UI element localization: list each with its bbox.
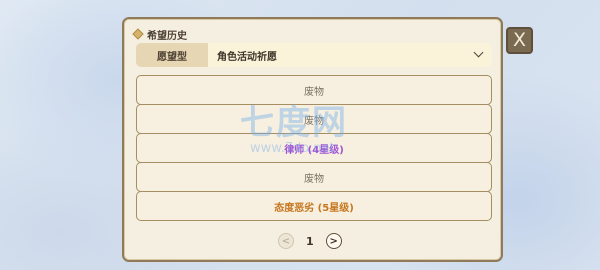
wish-type-value: 角色活动祈愿 [217,51,277,63]
wish-result-text: 废物 [304,86,324,98]
wish-result-row: 废物 [136,75,492,105]
wish-result-text: 态度恶劣 (5星级) [274,202,354,214]
wish-result-row: 废物 [136,104,492,134]
chevron-down-icon [473,47,484,58]
prev-page-button[interactable]: < [278,233,294,249]
wish-result-row: 律师 (4星级) [136,133,492,163]
wish-results-list: 废物 废物 律师 (4星级) 废物 态度恶劣 (5星级) [136,75,492,221]
next-page-button[interactable]: > [325,233,342,249]
wish-result-text: 废物 [304,173,324,185]
page-number: 1 [306,234,314,248]
wish-type-filter: 愿望型 角色活动祈愿 [136,43,492,67]
panel-title: 希望历史 [147,30,187,42]
wish-type-label: 愿望型 [136,43,208,67]
wish-result-text: 律师 (4星级) [284,144,344,156]
wish-result-row: 态度恶劣 (5星级) [136,191,492,221]
panel-header: 希望历史 [132,26,187,42]
wish-result-row: 废物 [136,162,492,192]
diamond-icon [132,28,144,40]
wish-result-text: 废物 [304,115,324,127]
close-button[interactable]: X [506,27,533,54]
pagination: < 1 > [278,233,342,249]
wish-type-select[interactable]: 角色活动祈愿 [208,43,492,67]
wish-history-panel: 希望历史 愿望型 角色活动祈愿 废物 废物 律师 (4星级) 废物 态度恶劣 (5星级)… [122,17,503,262]
